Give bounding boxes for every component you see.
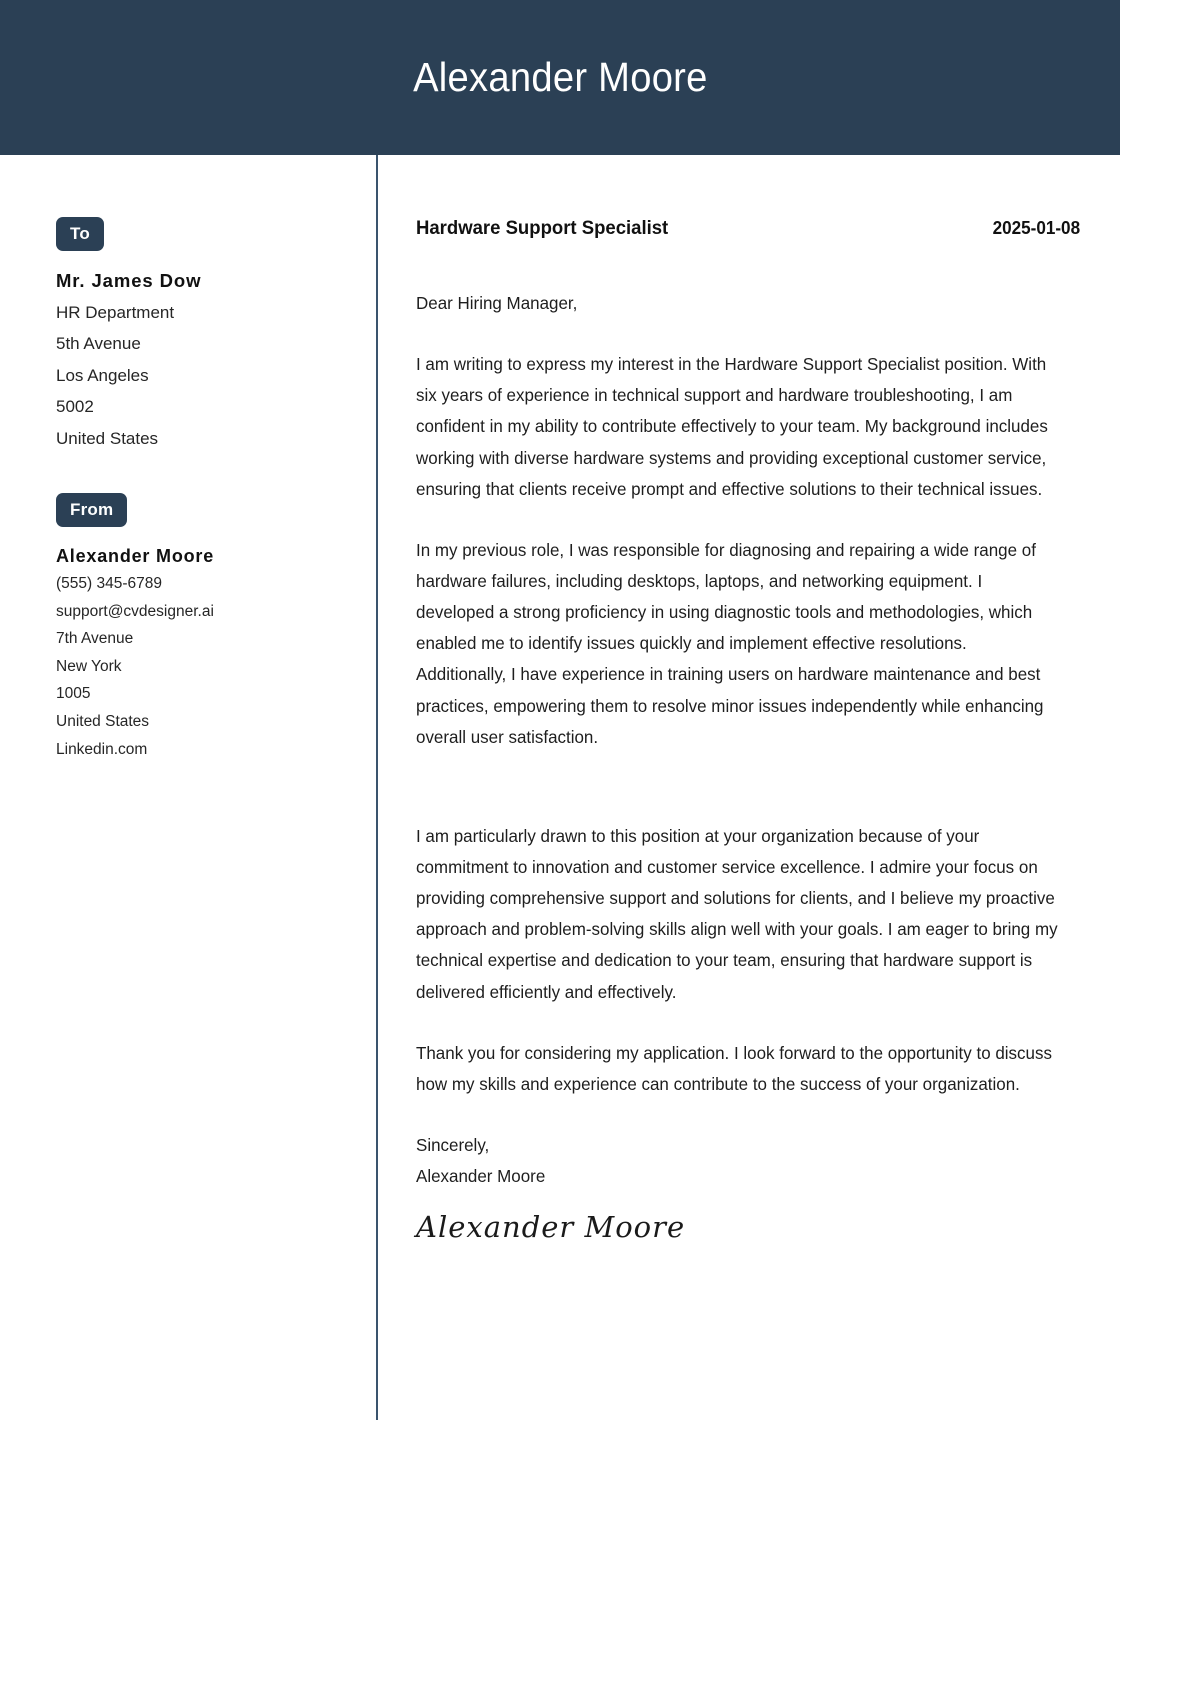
sender-block: From Alexander Moore (555) 345-6789 supp… bbox=[56, 492, 346, 759]
page-title: Alexander Moore bbox=[412, 54, 708, 100]
recipient-line: 5002 bbox=[56, 397, 94, 417]
letter-paragraph: Thank you for considering my application… bbox=[416, 1042, 1052, 1094]
closing-salutation: Sincerely, bbox=[416, 1134, 490, 1155]
job-title: Hardware Support Specialist bbox=[416, 217, 669, 239]
letter-paragraph: I am particularly drawn to this position… bbox=[416, 825, 1058, 1002]
sender-line: United States bbox=[56, 712, 150, 730]
salutation: Dear Hiring Manager, bbox=[416, 293, 578, 313]
sender-name: Alexander Moore bbox=[56, 545, 215, 566]
column-divider bbox=[376, 155, 378, 1420]
header-banner: Alexander Moore bbox=[0, 0, 1120, 155]
letter-content: Hardware Support Specialist 2025-01-08 D… bbox=[376, 155, 1120, 1244]
letter-header: Hardware Support Specialist 2025-01-08 bbox=[416, 217, 1080, 240]
recipient-line: 5th Avenue bbox=[56, 334, 141, 354]
sender-address: Alexander Moore (555) 345-6789 support@c… bbox=[56, 546, 346, 759]
sender-line: New York bbox=[56, 657, 122, 675]
closing-name: Alexander Moore bbox=[416, 1166, 546, 1187]
to-badge: To bbox=[56, 217, 104, 251]
letter-paragraph: I am writing to express my interest in t… bbox=[416, 354, 1048, 499]
sender-website: Linkedin.com bbox=[56, 740, 148, 758]
sidebar: To Mr. James Dow HR Department 5th Avenu… bbox=[0, 155, 376, 768]
recipient-name: Mr. James Dow bbox=[56, 270, 202, 291]
letter-paragraph: In my previous role, I was responsible f… bbox=[416, 539, 1044, 747]
recipient-line: HR Department bbox=[56, 303, 175, 322]
from-badge: From bbox=[56, 492, 128, 527]
recipient-line: United States bbox=[56, 428, 159, 448]
recipient-line: Los Angeles bbox=[56, 365, 149, 385]
sender-line: 7th Avenue bbox=[56, 630, 134, 648]
recipient-block: To Mr. James Dow HR Department 5th Avenu… bbox=[56, 217, 346, 449]
letter-date: 2025-01-08 bbox=[992, 218, 1080, 238]
sender-email: support@cvdesigner.ai bbox=[56, 602, 214, 620]
recipient-address: Mr. James Dow HR Department 5th Avenue L… bbox=[56, 270, 346, 449]
sender-phone: (555) 345-6789 bbox=[56, 574, 162, 592]
signature: Alexander Moore bbox=[416, 1210, 686, 1245]
document-body: To Mr. James Dow HR Department 5th Avenu… bbox=[0, 155, 1120, 1420]
sender-line: 1005 bbox=[56, 685, 91, 703]
